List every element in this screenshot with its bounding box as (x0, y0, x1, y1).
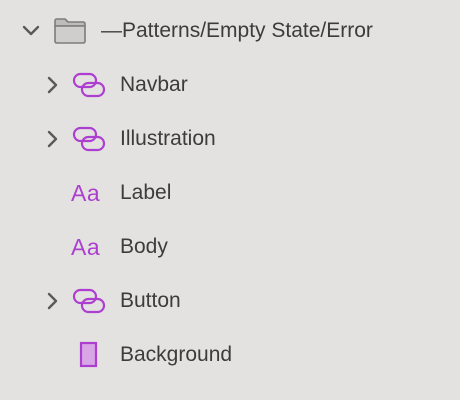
layer-group-row[interactable]: —Patterns/Empty State/Error (0, 4, 460, 58)
text-style-icon: Aa (71, 234, 101, 260)
layer-name: Illustration (120, 127, 216, 150)
text-style-icon: Aa (71, 180, 101, 206)
layer-row-illustration[interactable]: Illustration (0, 112, 460, 166)
symbol-link-icon (71, 69, 107, 101)
layer-name: Body (120, 235, 168, 258)
symbol-link-icon (71, 123, 107, 155)
layer-row-background[interactable]: Background (0, 328, 460, 382)
chevron-right-icon[interactable] (44, 292, 62, 310)
layer-row-body[interactable]: Aa Body (0, 220, 460, 274)
rectangle-icon (71, 339, 107, 371)
layer-name: Navbar (120, 73, 188, 96)
chevron-down-icon[interactable] (20, 22, 42, 40)
symbol-link-icon (71, 285, 107, 317)
chevron-right-icon[interactable] (44, 130, 62, 148)
group-name: —Patterns/Empty State/Error (101, 19, 373, 42)
layer-name: Label (120, 181, 172, 204)
layer-name: Background (120, 343, 233, 366)
folder-icon (52, 16, 88, 46)
chevron-right-icon[interactable] (44, 76, 62, 94)
layer-row-button[interactable]: Button (0, 274, 460, 328)
layer-row-navbar[interactable]: Navbar (0, 58, 460, 112)
layer-tree: —Patterns/Empty State/Error Navbar Illus… (0, 4, 460, 382)
layer-row-label[interactable]: Aa Label (0, 166, 460, 220)
layer-name: Button (120, 289, 181, 312)
